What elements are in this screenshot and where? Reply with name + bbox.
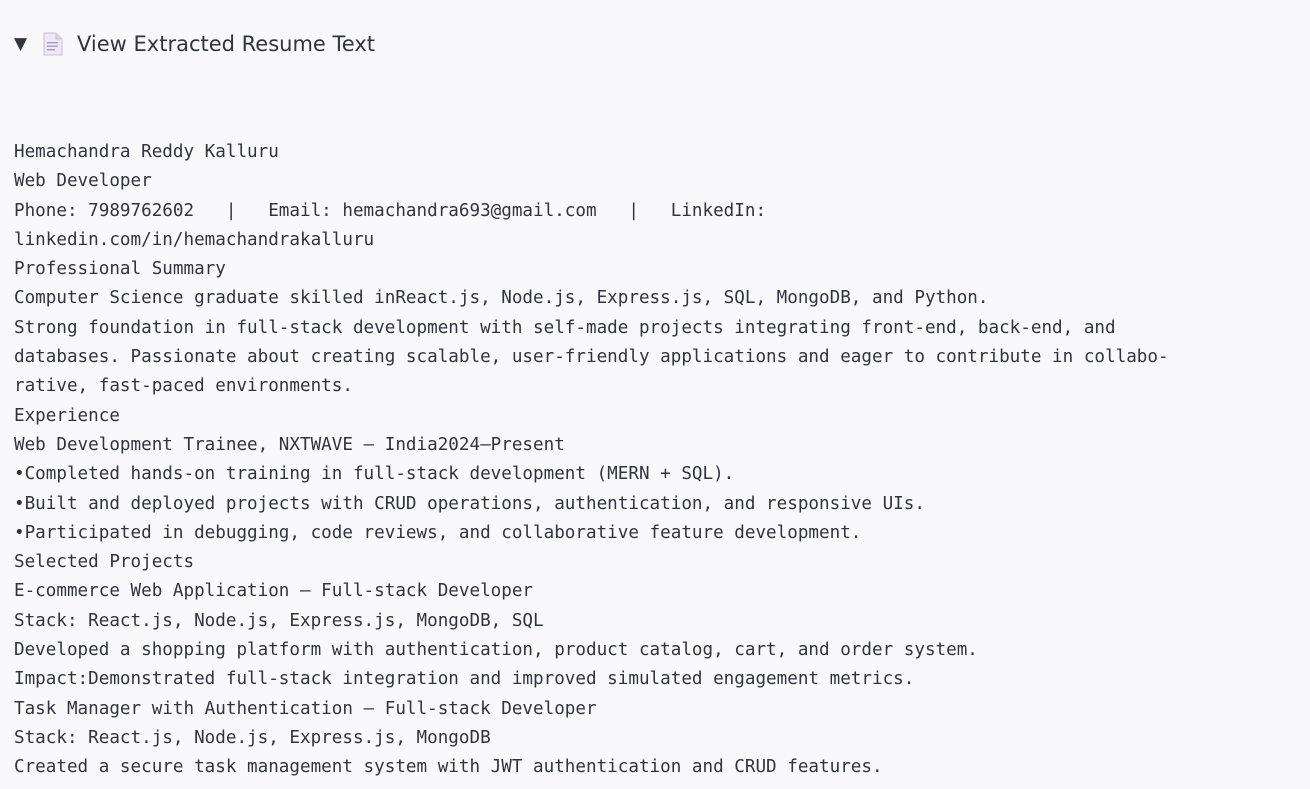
resume-line: rative, fast-paced environments. (14, 376, 353, 397)
resume-line: Stack: React.js, Node.js, Express.js, Mo… (14, 610, 544, 631)
document-icon (42, 32, 64, 56)
resume-line: Created a secure task management system … (14, 757, 883, 778)
resume-line: Task Manager with Authentication – Full-… (14, 698, 597, 719)
resume-line: Computer Science graduate skilled inReac… (14, 288, 989, 309)
expander-summary[interactable]: ▼ View Extracted Resume Text (14, 29, 375, 59)
resume-line: E-commerce Web Application – Full-stack … (14, 581, 534, 602)
resume-line: linkedin.com/in/hemachandrakalluru (14, 229, 375, 250)
resume-line: Web Developer (14, 171, 152, 192)
resume-line: Stack: React.js, Node.js, Express.js, Mo… (14, 727, 491, 748)
resume-line: Web Development Trainee, NXTWAVE – India… (14, 434, 565, 455)
resume-line: databases. Passionate about creating sca… (14, 347, 1169, 368)
resume-line: •Completed hands-on training in full-sta… (14, 464, 735, 485)
resume-line: Phone: 7989762602 | Email: hemachandra69… (14, 200, 767, 221)
resume-line: Impact:Demonstrated full-stack integrati… (14, 669, 915, 690)
resume-text-block: Hemachandra Reddy Kalluru Web Developer Ph… (14, 138, 1296, 783)
resume-line: Hemachandra Reddy Kalluru (14, 142, 279, 162)
resume-line: •Participated in debugging, code reviews… (14, 522, 862, 543)
resume-line: Strong foundation in full-stack developm… (14, 317, 1116, 338)
resume-line: Professional Summary (14, 259, 226, 280)
expander-label: View Extracted Resume Text (77, 32, 375, 56)
resume-line: •Built and deployed projects with CRUD o… (14, 493, 925, 514)
resume-line: Developed a shopping platform with authe… (14, 640, 978, 661)
resume-line: Selected Projects (14, 552, 195, 573)
resume-line: Experience (14, 405, 120, 426)
expand-arrow-icon[interactable]: ▼ (14, 35, 30, 53)
